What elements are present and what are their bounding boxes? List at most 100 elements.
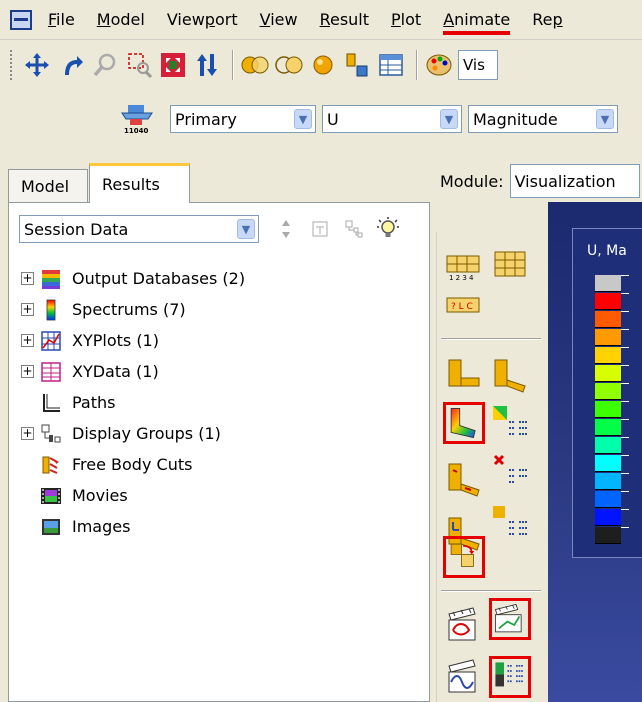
render-style-icon[interactable] [240,50,270,80]
visualization-field-text: Vis [463,56,485,74]
chevron-down-icon[interactable]: ▼ [440,109,458,129]
tree-item-xydata[interactable]: + XYData (1) [21,356,245,387]
results-tree: + Output Databases (2) + Spectrums (7) +… [21,263,245,542]
svg-text:? L C: ? L C [451,302,473,312]
legend-swatch [595,311,621,328]
shaded-icon[interactable] [308,50,338,80]
free-body-cut-icon [42,456,59,474]
variable-combo[interactable]: U ▼ [322,105,462,133]
tree-item-display-groups[interactable]: + Display Groups (1) [21,418,245,449]
tree-item-label: XYData (1) [72,362,159,381]
query-icon[interactable] [342,50,372,80]
hidden-line-icon[interactable] [274,50,304,80]
session-data-value: Session Data [24,219,129,239]
toolbar-separator [416,50,418,80]
expand-icon[interactable]: + [21,334,34,347]
tree-item-spectrums[interactable]: + Spectrums (7) [21,294,245,325]
tree-item-label: Movies [72,486,128,505]
animate-harmonic-icon[interactable] [443,656,485,698]
report-field-icon[interactable] [489,246,531,288]
legend-swatch [595,347,621,364]
tree-item-paths[interactable]: Paths [21,387,245,418]
variable-value: U [327,109,339,129]
legend-swatch [595,473,621,490]
table-icon[interactable] [376,50,406,80]
color-palette-icon[interactable] [424,50,454,80]
tree-item-images[interactable]: Images [21,511,245,542]
orientation-options-icon[interactable] [489,502,531,544]
plot-contours-icon[interactable] [443,402,485,444]
legend-title: U, Ma [587,243,627,259]
magnify-icon[interactable] [90,50,120,80]
chevron-down-icon[interactable]: ▼ [237,219,255,239]
symbol-options-icon[interactable] [489,450,531,492]
menu-plot[interactable]: Plot [391,10,421,29]
module-combo[interactable]: Visualization [509,164,640,198]
menu-file[interactable]: File [48,10,75,29]
legend-tick [621,311,629,312]
box-zoom-icon[interactable] [124,50,154,80]
rotate-icon[interactable] [56,50,86,80]
toolbar-grip[interactable] [10,50,14,80]
field-output-table-icon[interactable]: ? L C [443,292,485,334]
cycle-views-icon[interactable] [192,50,222,80]
tree-item-movies[interactable]: Movies [21,480,245,511]
legend-swatch [595,401,621,418]
animation-options-icon[interactable] [489,656,531,698]
chevron-down-icon[interactable]: ▼ [294,109,312,129]
tab-results[interactable]: Results [89,163,190,203]
plot-symbols-icon[interactable] [443,460,485,502]
menu-rep[interactable]: Rep [532,10,562,29]
session-data-combo[interactable]: Session Data ▼ [19,215,259,243]
expand-icon[interactable]: + [21,427,34,440]
tab-model[interactable]: Model [8,169,88,203]
tree-item-output-databases[interactable]: + Output Databases (2) [21,263,245,294]
chevron-down-icon[interactable]: ▼ [596,109,614,129]
lightbulb-icon[interactable] [375,216,401,242]
expand-icon[interactable]: + [21,272,34,285]
expand-icon[interactable]: + [21,303,34,316]
step-selector-combo[interactable]: Primary ▼ [170,105,316,133]
tree-item-label: XYPlots (1) [72,331,159,350]
menu-viewport[interactable]: Viewport [167,10,238,29]
menu-result[interactable]: Result [320,10,369,29]
pan-icon[interactable] [22,50,52,80]
animate-time-history-icon[interactable] [489,598,531,640]
contour-legend: U, Ma [572,228,642,558]
svg-text:1 2 3 4: 1 2 3 4 [449,274,474,282]
tree-item-label: Images [72,517,131,536]
xyplot-icon [41,330,61,351]
plot-undeformed-icon[interactable] [443,356,485,398]
tree-options-icon[interactable] [341,216,367,242]
probe-values-icon[interactable]: 1 2 3 4 [443,246,485,288]
menu-animate[interactable]: Animate [443,10,511,35]
menu-view[interactable]: View [260,10,298,29]
legend-tick [621,329,629,330]
model-tree-tabs: Model Results [8,163,428,203]
menu-model[interactable]: Model [97,10,145,29]
legend-swatch [595,455,621,472]
viewport-canvas[interactable]: U, Ma [548,202,642,702]
invariant-combo[interactable]: Magnitude ▼ [468,105,618,133]
tree-item-free-body-cuts[interactable]: Free Body Cuts [21,449,245,480]
auto-fit-icon[interactable] [158,50,188,80]
sort-icon[interactable] [273,216,299,242]
tree-item-label: Free Body Cuts [72,455,193,474]
visualization-field[interactable]: Vis [458,50,498,80]
plot-deformed-icon[interactable] [489,356,531,398]
allow-multiple-plot-states-icon[interactable] [443,536,485,578]
field-output-icon[interactable]: 11040 [118,101,166,137]
contour-options-icon[interactable] [489,402,531,444]
legend-swatch [595,437,621,454]
legend-tick [621,293,629,294]
filter-icon[interactable] [307,216,333,242]
session-row: Session Data ▼ [19,215,401,243]
tree-item-label: Display Groups (1) [72,424,221,443]
tree-item-xyplots[interactable]: + XYPlots (1) [21,325,245,356]
legend-tick [621,437,629,438]
app-window-icon[interactable] [10,9,32,30]
legend-tick [621,347,629,348]
expand-icon[interactable]: + [21,365,34,378]
animate-scale-factor-icon[interactable] [443,604,485,646]
spectrum-icon [46,299,56,320]
